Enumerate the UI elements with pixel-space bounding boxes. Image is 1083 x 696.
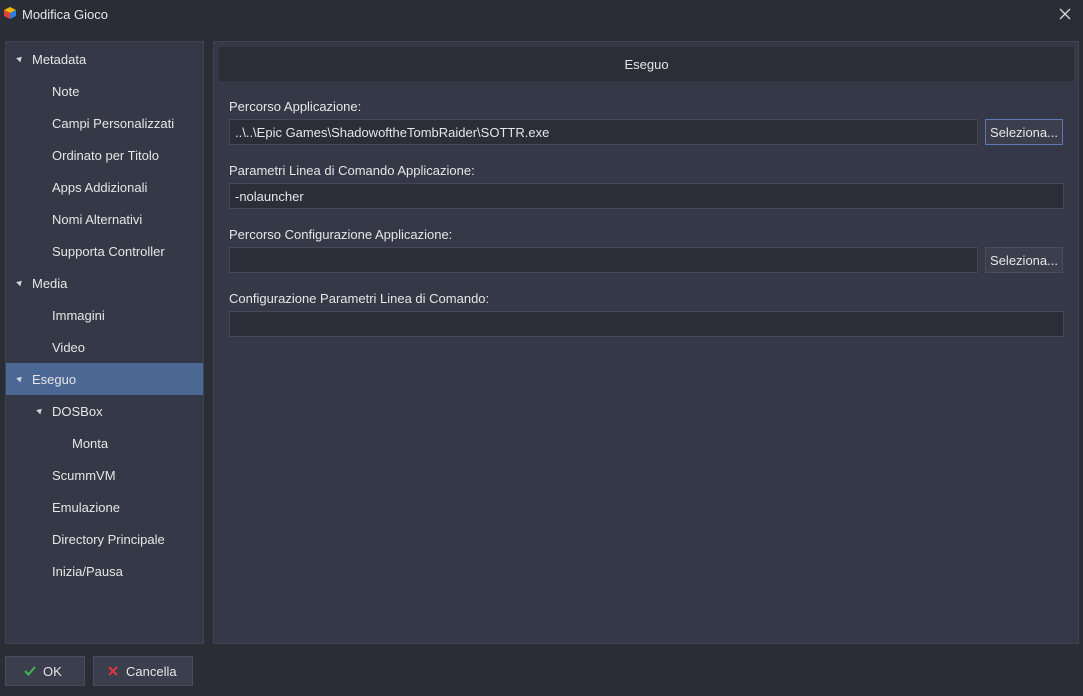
- application-path-label: Percorso Applicazione:: [229, 99, 362, 114]
- ok-button[interactable]: OK: [5, 656, 85, 686]
- config-command-line-input[interactable]: [229, 311, 1064, 337]
- sidebar-item-additional-apps[interactable]: Apps Addizionali: [6, 171, 203, 203]
- sidebar-item-label: Media: [32, 275, 68, 291]
- application-path-browse-button[interactable]: Seleziona...: [985, 119, 1063, 145]
- launching-panel: Eseguo Percorso Applicazione: Seleziona.…: [213, 41, 1079, 644]
- expand-arrow-icon: [16, 54, 24, 63]
- sidebar-item-label: Emulazione: [52, 499, 120, 515]
- sidebar-item-scummvm[interactable]: ScummVM: [6, 459, 203, 491]
- sidebar-item-label: Eseguo: [32, 371, 77, 387]
- sidebar-item-label: Video: [52, 339, 86, 355]
- config-path-input[interactable]: [229, 247, 978, 273]
- sidebar-item-emulation[interactable]: Emulazione: [6, 491, 203, 523]
- sidebar-item-launching[interactable]: Eseguo: [6, 363, 203, 395]
- sidebar-item-label: Metadata: [32, 51, 87, 67]
- sidebar-item-label: DOSBox: [52, 403, 103, 419]
- sidebar-item-label: Inizia/Pausa: [52, 563, 123, 579]
- sidebar-item-label: Campi Personalizzati: [52, 115, 175, 131]
- sidebar-item-label: Immagini: [52, 307, 105, 323]
- sidebar-item-sort-title[interactable]: Ordinato per Titolo: [6, 139, 203, 171]
- sidebar-item-media[interactable]: Media: [6, 267, 203, 299]
- config-command-line-label: Configurazione Parametri Linea di Comand…: [229, 291, 490, 306]
- sidebar-item-label: Directory Principale: [52, 531, 165, 547]
- sidebar-item-metadata[interactable]: Metadata: [6, 43, 203, 75]
- sidebar-item-label: Ordinato per Titolo: [52, 147, 159, 163]
- sidebar-item-video[interactable]: Video: [6, 331, 203, 363]
- expand-arrow-icon: [36, 406, 44, 415]
- window-title: Modifica Gioco: [22, 7, 108, 22]
- expand-arrow-icon: [16, 278, 24, 287]
- title-bar: Modifica Gioco: [0, 0, 1083, 30]
- config-path-browse-button[interactable]: Seleziona...: [985, 247, 1063, 273]
- sidebar-item-label: Supporta Controller: [52, 243, 165, 259]
- sidebar-item-label: Monta: [72, 435, 109, 451]
- cancel-label: Cancella: [126, 663, 177, 679]
- sidebar-item-startup-pause[interactable]: Inizia/Pausa: [6, 555, 203, 587]
- sidebar-item-dosbox[interactable]: DOSBox: [6, 395, 203, 427]
- sidebar-item-label: Nomi Alternativi: [52, 211, 143, 227]
- config-path-label: Percorso Configurazione Applicazione:: [229, 227, 453, 242]
- edit-game-window: Modifica Gioco Metadata Note Campi Perso…: [0, 0, 1083, 696]
- sidebar-item-alternate-names[interactable]: Nomi Alternativi: [6, 203, 203, 235]
- sidebar-item-custom-fields[interactable]: Campi Personalizzati: [6, 107, 203, 139]
- sidebar-item-controller-support[interactable]: Supporta Controller: [6, 235, 203, 267]
- sidebar-tree: Metadata Note Campi Personalizzati Ordin…: [5, 41, 204, 644]
- expand-arrow-icon: [16, 374, 24, 383]
- close-icon: [1059, 8, 1071, 20]
- sidebar-item-label: Apps Addizionali: [52, 179, 148, 195]
- launchbox-cube-icon: [4, 7, 16, 19]
- cancel-button[interactable]: Cancella: [93, 656, 193, 686]
- application-path-input[interactable]: [229, 119, 978, 145]
- command-line-input[interactable]: [229, 183, 1064, 209]
- section-header: Eseguo: [219, 47, 1074, 81]
- sidebar-item-label: Note: [52, 83, 80, 99]
- checkmark-icon: [24, 666, 36, 676]
- cross-icon: [108, 666, 118, 676]
- sidebar-item-note[interactable]: Note: [6, 75, 203, 107]
- sidebar-item-mount[interactable]: Monta: [6, 427, 203, 459]
- sidebar-item-label: ScummVM: [52, 467, 116, 483]
- sidebar-item-root-directory[interactable]: Directory Principale: [6, 523, 203, 555]
- ok-label: OK: [43, 663, 62, 679]
- sidebar-item-images[interactable]: Immagini: [6, 299, 203, 331]
- command-line-label: Parametri Linea di Comando Applicazione:: [229, 163, 475, 178]
- close-button[interactable]: [1053, 3, 1077, 25]
